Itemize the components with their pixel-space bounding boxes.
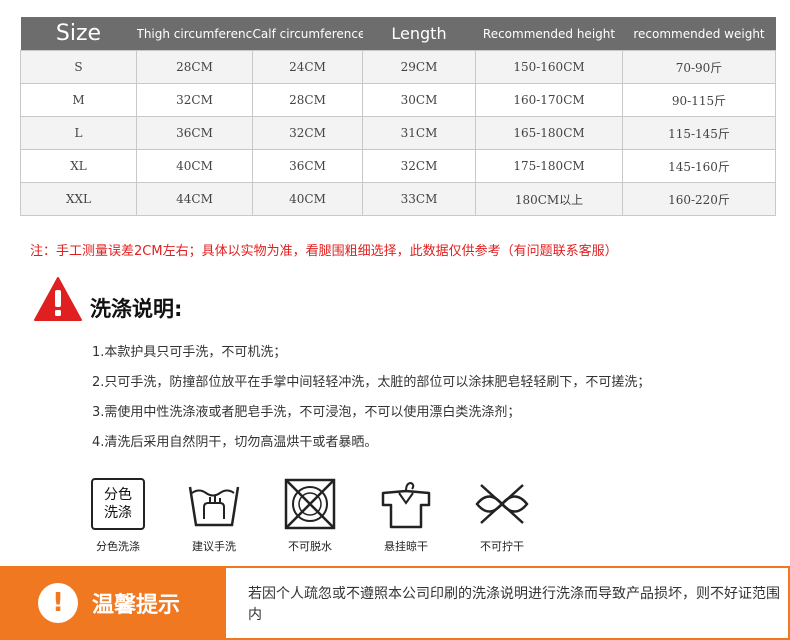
cell-size: XL [20,149,137,183]
cell-size: S [20,50,137,84]
cell-thigh: 32CM [136,83,253,117]
cell-size: XXL [20,182,137,216]
cell-weight: 115-145斤 [622,116,776,150]
wash-title: 洗涤说明: [90,297,183,321]
tips-bar: ! 温馨提示 若因个人疏忽或不遵照本公司印刷的洗涤说明进行洗涤而导致产品损坏，则… [0,566,790,640]
header-thigh: Thigh circumference [136,17,253,51]
no-spin-dry-icon [284,478,336,530]
care-item: 建议手洗 [184,476,280,554]
table-row: L 36CM 32CM 31CM 165-180CM 115-145斤 [20,116,776,150]
hang-dry-icon [381,481,431,529]
cell-length: 33CM [362,182,476,216]
separate-wash-icon-text: 分色 [104,487,132,503]
cell-weight: 90-115斤 [622,83,776,117]
list-item: 3.需使用中性洗涤液或者肥皂手洗，不可浸泡，不可以使用漂白类洗涤剂； [92,405,521,420]
size-table-header: Size Thigh circumference Calf circumfere… [20,17,776,51]
no-wring-icon [475,484,529,524]
care-label: 分色洗涤 [96,540,140,553]
cell-length: 31CM [362,116,476,150]
header-length: Length [362,17,476,51]
cell-thigh: 40CM [136,149,253,183]
hand-wash-icon [188,486,240,527]
care-item: 不可拧干 [472,476,568,554]
table-row: M 32CM 28CM 30CM 160-170CM 90-115斤 [20,83,776,117]
cell-height: 175-180CM [475,149,623,183]
measurement-note: 注：手工测量误差2CM左右；具体以实物为准，看腿围粗细选择，此数据仅供参考（有问… [30,244,618,259]
care-item: 不可脱水 [280,476,376,554]
table-row: XL 40CM 36CM 32CM 175-180CM 145-160斤 [20,149,776,183]
care-item: 悬挂晾干 [376,476,472,554]
cell-length: 32CM [362,149,476,183]
care-label: 不可脱水 [288,540,332,553]
cell-thigh: 44CM [136,182,253,216]
table-row: S 28CM 24CM 29CM 150-160CM 70-90斤 [20,50,776,84]
cell-weight: 145-160斤 [622,149,776,183]
cell-calf: 24CM [252,50,363,84]
exclamation-icon: ! [38,583,78,623]
cell-thigh: 28CM [136,50,253,84]
cell-weight: 70-90斤 [622,50,776,84]
care-item: 分色 洗涤 分色洗涤 [88,476,184,554]
cell-height: 180CM以上 [475,182,623,216]
cell-size: L [20,116,137,150]
cell-height: 165-180CM [475,116,623,150]
cell-weight: 160-220斤 [622,182,776,216]
cell-calf: 32CM [252,116,363,150]
cell-length: 30CM [362,83,476,117]
cell-length: 29CM [362,50,476,84]
care-label: 悬挂晾干 [384,540,428,553]
cell-thigh: 36CM [136,116,253,150]
cell-calf: 36CM [252,149,363,183]
tips-title: 温馨提示 [92,593,181,618]
separate-wash-icon: 分色 洗涤 [91,478,145,530]
wash-instructions: 1.本款护具只可手洗，不可机洗； 2.只可手洗，防撞部位放平在手掌中间轻轻冲洗，… [92,342,650,462]
care-label: 建议手洗 [192,540,236,553]
cell-size: M [20,83,137,117]
header-weight: recommended weight [622,17,776,51]
cell-calf: 28CM [252,83,363,117]
care-label: 不可拧干 [480,540,524,553]
header-height: Recommended height [475,17,623,51]
size-table: Size Thigh circumference Calf circumfere… [20,17,776,216]
list-item: 4.清洗后采用自然阴干，切勿高温烘干或者暴晒。 [92,435,378,450]
tips-text: 若因个人疏忽或不遵照本公司印刷的洗涤说明进行洗涤而导致产品损坏，则不好证范围内 [248,586,780,623]
cell-height: 150-160CM [475,50,623,84]
header-size: Size [20,17,137,51]
separate-wash-icon-text: 洗涤 [104,505,132,521]
cell-height: 160-170CM [475,83,623,117]
tips-header: ! 温馨提示 [0,566,222,640]
header-calf: Calf circumference [252,17,363,51]
table-row: XXL 44CM 40CM 33CM 180CM以上 160-220斤 [20,182,776,216]
care-icons: 分色 洗涤 分色洗涤 建议手洗 不可脱水 悬挂晾干 不可拧干 [88,476,568,554]
tips-body: 若因个人疏忽或不遵照本公司印刷的洗涤说明进行洗涤而导致产品损坏，则不好证范围内 [226,568,788,638]
cell-calf: 40CM [252,182,363,216]
list-item: 2.只可手洗，防撞部位放平在手掌中间轻轻冲洗，太脏的部位可以涂抹肥皂轻轻刷下，不… [92,375,651,390]
list-item: 1.本款护具只可手洗，不可机洗； [92,345,287,360]
warning-icon [34,277,82,321]
